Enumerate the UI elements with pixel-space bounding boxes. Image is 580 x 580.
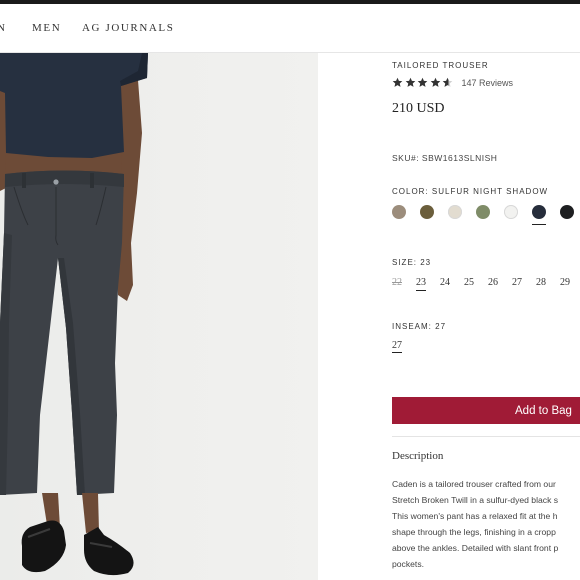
color-swatch[interactable]	[476, 205, 490, 219]
color-swatch[interactable]	[560, 205, 574, 219]
rating-row: 147 Reviews	[392, 77, 513, 88]
star-icon	[392, 77, 403, 87]
product-price: 210 USD	[392, 101, 445, 116]
color-swatch[interactable]	[504, 205, 518, 219]
product-image	[0, 53, 318, 580]
divider	[392, 436, 580, 437]
nav-item-women[interactable]: N	[0, 22, 7, 34]
size-option[interactable]: 22	[392, 277, 416, 288]
star-icon	[417, 77, 428, 87]
size-option[interactable]: 29	[560, 277, 580, 288]
color-label: COLOR: SULFUR NIGHT SHADOW	[392, 187, 549, 196]
main-nav: N MEN AG JOURNALS	[0, 4, 580, 53]
half-star-icon	[442, 77, 453, 87]
inseam-label: INSEAM: 27	[392, 322, 447, 331]
description-line: above the ankles. Detailed with slant fr…	[392, 543, 559, 553]
color-swatch[interactable]	[448, 205, 462, 219]
product-details-panel: TAILORED TROUSER 147 Reviews 210 USD SKU…	[320, 53, 580, 580]
description-line: shape through the legs, finishing in a c…	[392, 527, 556, 537]
description-line: Caden is a tailored trouser crafted from…	[392, 479, 556, 489]
size-option[interactable]: 26	[488, 277, 512, 288]
description-line: pockets.	[392, 559, 425, 569]
nav-item-ag-journals[interactable]: AG JOURNALS	[82, 22, 174, 34]
size-label: SIZE: 23	[392, 258, 432, 267]
color-swatch[interactable]	[420, 205, 434, 219]
add-to-bag-button[interactable]: Add to Bag	[392, 397, 580, 424]
size-option[interactable]: 24	[440, 277, 464, 288]
sku-label: SKU#: SBW1613SLNISH	[392, 153, 498, 163]
size-option[interactable]: 27	[512, 277, 536, 288]
color-swatch-list	[392, 205, 580, 225]
color-swatch[interactable]	[532, 205, 546, 225]
size-option-list: 22 23 24 25 26 27 28 29	[392, 277, 580, 291]
size-option[interactable]: 23	[416, 277, 440, 291]
product-title: TAILORED TROUSER	[392, 61, 489, 70]
star-icon	[430, 77, 440, 87]
description-heading[interactable]: Description	[392, 450, 443, 462]
description-line: This women's pant has a relaxed fit at t…	[392, 511, 558, 521]
star-icon	[405, 77, 415, 87]
description-line: Stretch Broken Twill in a sulfur-dyed bl…	[392, 495, 559, 505]
size-option[interactable]: 25	[464, 277, 488, 288]
description-text: Caden is a tailored trouser crafted from…	[392, 476, 580, 572]
size-option[interactable]: 28	[536, 277, 560, 288]
reviews-link[interactable]: 147 Reviews	[462, 78, 514, 88]
color-swatch[interactable]	[392, 205, 406, 219]
nav-item-men[interactable]: MEN	[32, 22, 61, 34]
inseam-option[interactable]: 27	[392, 340, 402, 353]
